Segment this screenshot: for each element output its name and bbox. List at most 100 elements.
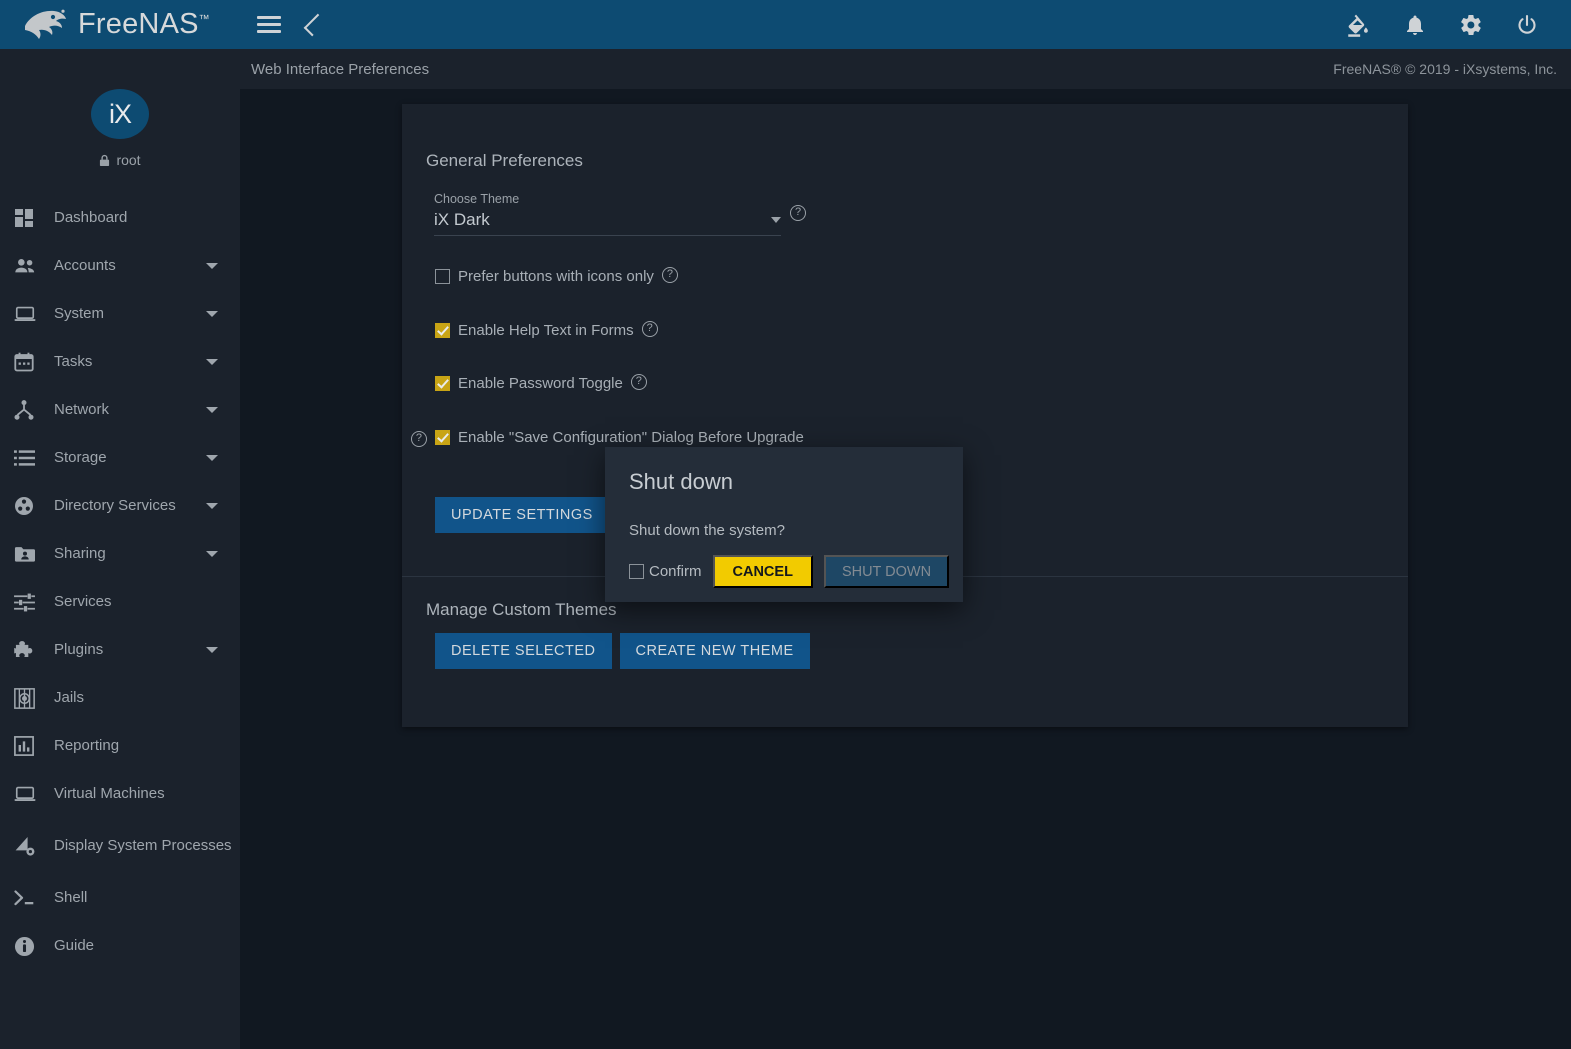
bar-chart-icon — [14, 736, 54, 756]
sidebar-item-network[interactable]: Network — [0, 386, 240, 434]
puzzle-piece-icon — [14, 640, 54, 660]
choose-theme-select[interactable]: iX Dark — [434, 210, 781, 236]
help-circle-icon[interactable]: ? — [790, 205, 806, 221]
checkbox-label: Enable Help Text in Forms — [458, 322, 634, 339]
people-icon — [14, 257, 54, 275]
sidebar-item-label: Directory Services — [54, 496, 176, 514]
user-identity-block: iX root — [0, 49, 240, 168]
checkbox-enable-help-text[interactable]: Enable Help Text in Forms ? — [435, 321, 658, 340]
sidebar-item-label: Reporting — [54, 736, 120, 754]
settings-gear-icon — [1461, 14, 1481, 35]
sidebar-item-tasks[interactable]: Tasks — [0, 338, 240, 386]
breadcrumb-bar: Web Interface Preferences FreeNAS® © 201… — [240, 49, 1571, 89]
sidebar-nav: Dashboard Accounts System Tasks Network … — [0, 194, 240, 970]
chevron-down-icon — [206, 647, 218, 653]
checkbox-box[interactable] — [435, 376, 450, 391]
checkbox-label: Enable Password Toggle — [458, 375, 623, 392]
checkbox-save-config-dialog[interactable]: Enable "Save Configuration" Dialog Befor… — [410, 428, 845, 447]
sidebar-item-display-system-processes[interactable]: Display System Processes — [0, 818, 240, 874]
help-circle-icon[interactable]: ? — [641, 321, 658, 337]
sidebar-item-shell[interactable]: Shell — [0, 874, 240, 922]
sidebar-item-label: Display System Processes — [54, 836, 232, 854]
help-circle-icon[interactable]: ? — [630, 374, 647, 390]
confirm-checkbox[interactable] — [629, 564, 644, 579]
freenas-app: FreeNAS™ iX root Dashboard Accounts Syst… — [0, 0, 1571, 1049]
checkbox-prefer-icons-only[interactable]: Prefer buttons with icons only ? — [435, 267, 678, 286]
sidebar-item-storage[interactable]: Storage — [0, 434, 240, 482]
calendar-icon — [14, 352, 54, 372]
sidebar-item-label: Plugins — [54, 640, 104, 658]
topbar-left-controls — [257, 13, 327, 36]
hamburger-menu-button[interactable] — [257, 16, 281, 33]
page-title: Web Interface Preferences — [251, 60, 430, 78]
lock-icon — [100, 154, 110, 166]
choose-theme-label: Choose Theme — [434, 192, 520, 206]
delete-selected-button[interactable]: DELETE SELECTED — [435, 633, 612, 669]
sidebar-item-virtual-machines[interactable]: Virtual Machines — [0, 770, 240, 818]
create-new-theme-button[interactable]: CREATE NEW THEME — [619, 633, 810, 669]
update-settings-button[interactable]: UPDATE SETTINGS — [435, 497, 609, 533]
sidebar-item-sharing[interactable]: Sharing — [0, 530, 240, 578]
general-preferences-heading: General Preferences — [426, 151, 583, 170]
dialog-actions: Confirm CANCEL SHUT DOWN — [629, 555, 950, 588]
network-node-icon — [14, 400, 54, 420]
checkbox-label: Enable "Save Configuration" Dialog Befor… — [458, 429, 804, 446]
chevron-down-icon — [206, 311, 218, 317]
settings-button[interactable] — [1459, 13, 1483, 37]
sidebar-item-services[interactable]: Services — [0, 578, 240, 626]
current-user-label: root — [116, 152, 141, 168]
sidebar-item-label: Sharing — [54, 544, 106, 562]
storage-list-icon — [14, 449, 54, 467]
help-circle-icon[interactable]: ? — [410, 431, 427, 447]
laptop-icon — [14, 305, 54, 323]
confirm-label: Confirm — [649, 563, 702, 580]
sidebar-item-reporting[interactable]: Reporting — [0, 722, 240, 770]
sidebar-item-label: Accounts — [54, 256, 116, 274]
sidebar-item-system[interactable]: System — [0, 290, 240, 338]
dashboard-icon — [14, 208, 54, 228]
sidebar-item-guide[interactable]: Guide — [0, 922, 240, 970]
theme-paint-icon — [1348, 14, 1368, 37]
collapse-sidebar-button[interactable] — [303, 13, 327, 36]
notifications-bell-icon — [1407, 15, 1423, 35]
sidebar-item-dashboard[interactable]: Dashboard — [0, 194, 240, 242]
sliders-icon — [14, 593, 54, 612]
help-circle-icon[interactable]: ? — [661, 267, 678, 283]
ix-avatar[interactable]: iX — [91, 89, 149, 139]
sidebar-item-directory-services[interactable]: Directory Services — [0, 482, 240, 530]
shutdown-dialog: Shut down Shut down the system? Confirm … — [605, 447, 963, 602]
cancel-button[interactable]: CANCEL — [712, 555, 813, 588]
sidebar-item-label: Virtual Machines — [54, 784, 165, 802]
checkbox-box[interactable] — [435, 430, 450, 445]
chevron-down-icon — [771, 217, 781, 223]
sidebar-item-label: Shell — [54, 888, 88, 906]
sidebar-item-label: Tasks — [54, 352, 93, 370]
sidebar-item-label: Jails — [54, 688, 85, 706]
sidebar-item-label: Services — [54, 592, 112, 610]
terminal-prompt-icon — [14, 889, 54, 907]
chevron-down-icon — [206, 551, 218, 557]
chevron-down-icon — [206, 359, 218, 365]
theme-paint-button[interactable] — [1345, 12, 1371, 38]
sidebar-item-label: Network — [54, 400, 110, 418]
info-circle-icon — [14, 936, 54, 957]
folder-share-icon — [14, 545, 54, 563]
theme-actions: DELETE SELECTED CREATE NEW THEME — [435, 633, 810, 669]
freenas-shark-logo-icon — [25, 9, 66, 39]
notifications-button[interactable] — [1403, 13, 1427, 37]
checkbox-box[interactable] — [435, 323, 450, 338]
hamburger-icon — [257, 16, 281, 33]
checkbox-box[interactable] — [435, 269, 450, 284]
confirm-checkbox-row[interactable]: Confirm — [629, 563, 702, 580]
topbar-right-controls — [1345, 12, 1571, 38]
choose-theme-field[interactable]: Choose Theme iX Dark — [434, 192, 781, 236]
sidebar-item-accounts[interactable]: Accounts — [0, 242, 240, 290]
sidebar-item-plugins[interactable]: Plugins — [0, 626, 240, 674]
checkbox-enable-password-toggle[interactable]: Enable Password Toggle ? — [435, 374, 647, 393]
sidebar-item-jails[interactable]: Jails — [0, 674, 240, 722]
power-button[interactable] — [1515, 13, 1539, 37]
shutdown-button[interactable]: SHUT DOWN — [823, 555, 950, 588]
copyright-text: FreeNAS® © 2019 - iXsystems, Inc. — [1333, 61, 1557, 77]
sidebar: iX root Dashboard Accounts System Tasks … — [0, 49, 240, 1049]
brand-logo[interactable]: FreeNAS™ — [0, 0, 240, 49]
